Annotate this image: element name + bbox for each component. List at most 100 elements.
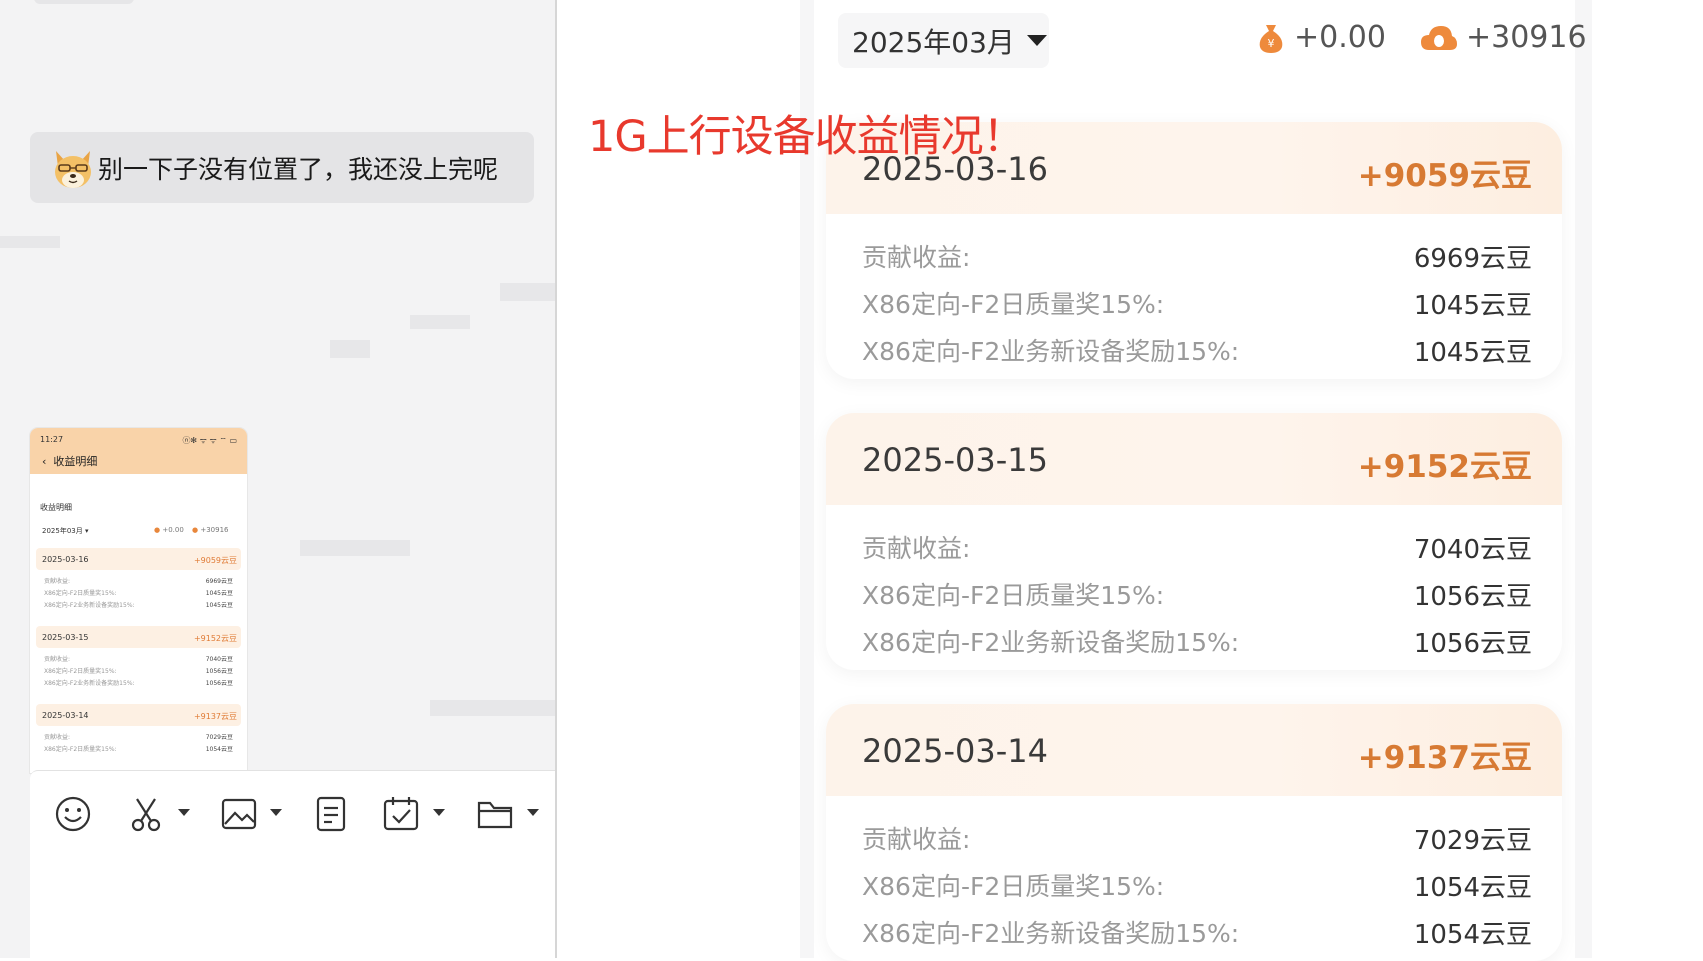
- earnings-row: X86定向-F2日质量奖15%: 1045云豆: [862, 285, 1532, 321]
- earnings-row: 贡献收益: 7029云豆: [862, 820, 1532, 856]
- calendar-check-icon[interactable]: [382, 795, 420, 833]
- money-stat: ¥ +0.00: [1256, 20, 1386, 55]
- earnings-row: 贡献收益: 7040云豆: [862, 529, 1532, 565]
- thumbnail-line-value: 6969云豆: [205, 578, 233, 585]
- card-total: +9152云豆: [1357, 449, 1532, 485]
- thumbnail-line-value: 1056云豆: [205, 680, 233, 687]
- thumbnail-body: 收益明细 2025年03月 ▾ ● +0.00 ● +30916 2025-03…: [30, 474, 247, 773]
- card-date: 2025-03-15: [862, 441, 1048, 479]
- watermark: [0, 236, 60, 248]
- row-label: X86定向-F2业务新设备奖励15%:: [862, 628, 1240, 657]
- thumbnail-line-label: 贡献收益:: [44, 734, 71, 741]
- image-icon[interactable]: [220, 795, 258, 833]
- row-label: X86定向-F2业务新设备奖励15%:: [862, 337, 1240, 366]
- red-annotation-text: 1G上行设备收益情况！: [588, 112, 1026, 162]
- thumbnail-day-date: 2025-03-14: [42, 711, 89, 720]
- row-value: 6969云豆: [1413, 244, 1532, 274]
- thumbnail-line-label: X86定向-F2业务新设备奖励15%:: [44, 602, 135, 609]
- thumbnail-line-value: 1056云豆: [205, 668, 233, 675]
- chat-pane: 别一下子没有位置了，我还没上完呢 11:27 ⓝ✻ ᯤ ᯤ ⌔ ▭ ‹ 收益明细…: [0, 0, 555, 958]
- phone-edge: [1575, 0, 1592, 958]
- chevron-down-icon: [1026, 35, 1047, 46]
- thumbnail-line-value: 7029云豆: [205, 734, 233, 741]
- thumbnail-day-header: 2025-03-16 +9059云豆: [36, 548, 241, 570]
- emoji-icon[interactable]: [54, 795, 92, 833]
- folder-dropdown-caret[interactable]: [527, 809, 539, 816]
- thumbnail-header: 11:27 ⓝ✻ ᯤ ᯤ ⌔ ▭ ‹ 收益明细: [30, 428, 247, 474]
- image-dropdown-caret[interactable]: [270, 809, 282, 816]
- row-label: 贡献收益:: [862, 825, 971, 854]
- card-total: +9059云豆: [1357, 158, 1532, 194]
- card-header: 2025-03-14 +9137云豆: [826, 704, 1562, 796]
- thumbnail-day-header: 2025-03-14 +9137云豆: [36, 704, 241, 726]
- scissors-dropdown-caret[interactable]: [178, 809, 190, 816]
- doge-emoji-icon: [55, 150, 91, 188]
- watermark: [330, 340, 370, 358]
- scissors-icon[interactable]: [128, 795, 166, 833]
- row-label: X86定向-F2日质量奖15%:: [862, 290, 1165, 319]
- thumbnail-day-header: 2025-03-15 +9152云豆: [36, 626, 241, 648]
- row-label: 贡献收益:: [862, 243, 971, 272]
- thumbnail-month: 2025年03月 ▾: [42, 527, 89, 535]
- thumbnail-line-label: X86定向-F2日质量奖15%:: [44, 668, 117, 675]
- row-value: 1054云豆: [1413, 920, 1532, 950]
- row-value: 1045云豆: [1413, 291, 1532, 321]
- thumbnail-line-value: 1045云豆: [205, 590, 233, 597]
- earnings-row: X86定向-F2业务新设备奖励15%: 1054云豆: [862, 914, 1532, 950]
- cloud-bean-icon: [1421, 25, 1457, 50]
- calendar-dropdown-caret[interactable]: [433, 809, 445, 816]
- row-label: 贡献收益:: [862, 534, 971, 563]
- pane-divider[interactable]: [555, 0, 557, 958]
- thumbnail-stat-money: ● +0.00: [154, 526, 184, 534]
- row-label: X86定向-F2业务新设备奖励15%:: [862, 919, 1240, 948]
- earnings-row: X86定向-F2日质量奖15%: 1056云豆: [862, 576, 1532, 612]
- row-value: 1045云豆: [1413, 338, 1532, 368]
- thumbnail-day-total: +9059云豆: [193, 556, 237, 565]
- earnings-row: X86定向-F2日质量奖15%: 1054云豆: [862, 867, 1532, 903]
- watermark: [430, 700, 555, 716]
- thumbnail-day-total: +9152云豆: [193, 634, 237, 643]
- money-stat-value: +0.00: [1294, 20, 1386, 55]
- thumbnail-day-total: +9137云豆: [193, 712, 237, 721]
- image-thumbnail[interactable]: 11:27 ⓝ✻ ᯤ ᯤ ⌔ ▭ ‹ 收益明细 收益明细 2025年03月 ▾ …: [30, 428, 247, 773]
- row-label: X86定向-F2日质量奖15%:: [862, 581, 1165, 610]
- watermark: [500, 283, 555, 301]
- thumbnail-line-value: 1045云豆: [205, 602, 233, 609]
- beans-stat: +30916: [1420, 20, 1587, 55]
- row-value: 1054云豆: [1413, 873, 1532, 903]
- daily-earnings-card[interactable]: 2025-03-15 +9152云豆 贡献收益: 7040云豆 X86定向-F2…: [826, 413, 1562, 670]
- folder-icon[interactable]: [476, 795, 514, 833]
- thumbnail-day-date: 2025-03-16: [42, 555, 89, 564]
- row-label: X86定向-F2日质量奖15%:: [862, 872, 1165, 901]
- row-value: 7040云豆: [1413, 535, 1532, 565]
- thumbnail-line-label: 贡献收益:: [44, 578, 71, 585]
- thumbnail-status-time: 11:27: [40, 435, 64, 444]
- thumbnail-line-label: X86定向-F2业务新设备奖励15%:: [44, 680, 135, 687]
- thumbnail-line-value: 7040云豆: [205, 656, 233, 663]
- thumbnail-nav-title: ‹ 收益明细: [42, 455, 98, 468]
- daily-earnings-card[interactable]: 2025-03-14 +9137云豆 贡献收益: 7029云豆 X86定向-F2…: [826, 704, 1562, 961]
- document-icon[interactable]: [312, 795, 350, 833]
- month-selector[interactable]: 2025年03月: [838, 13, 1049, 68]
- card-header: 2025-03-15 +9152云豆: [826, 413, 1562, 505]
- thumbnail-section-title: 收益明细: [40, 503, 72, 512]
- thumbnail-line-label: X86定向-F2日质量奖15%:: [44, 590, 117, 597]
- row-value: 1056云豆: [1413, 629, 1532, 659]
- thumbnail-line-label: X86定向-F2日质量奖15%:: [44, 746, 117, 753]
- chat-message-bubble[interactable]: 别一下子没有位置了，我还没上完呢: [30, 132, 534, 203]
- earnings-row: 贡献收益: 6969云豆: [862, 238, 1532, 274]
- earnings-row: X86定向-F2业务新设备奖励15%: 1056云豆: [862, 623, 1532, 659]
- thumbnail-status-icons: ⓝ✻ ᯤ ᯤ ⌔ ▭: [182, 436, 237, 445]
- thumbnail-line-label: 贡献收益:: [44, 656, 71, 663]
- thumbnail-stat-beans: ● +30916: [192, 526, 229, 534]
- watermark: [300, 540, 410, 556]
- message-input-toolbar: [30, 770, 555, 958]
- beans-stat-value: +30916: [1466, 20, 1587, 55]
- watermark: [410, 315, 470, 329]
- card-date: 2025-03-14: [862, 732, 1048, 770]
- money-bag-icon: ¥: [1259, 24, 1283, 53]
- row-value: 1056云豆: [1413, 582, 1532, 612]
- earnings-row: X86定向-F2业务新设备奖励15%: 1045云豆: [862, 332, 1532, 368]
- month-selector-label: 2025年03月: [852, 25, 1015, 59]
- previous-message-stub: [34, 0, 134, 4]
